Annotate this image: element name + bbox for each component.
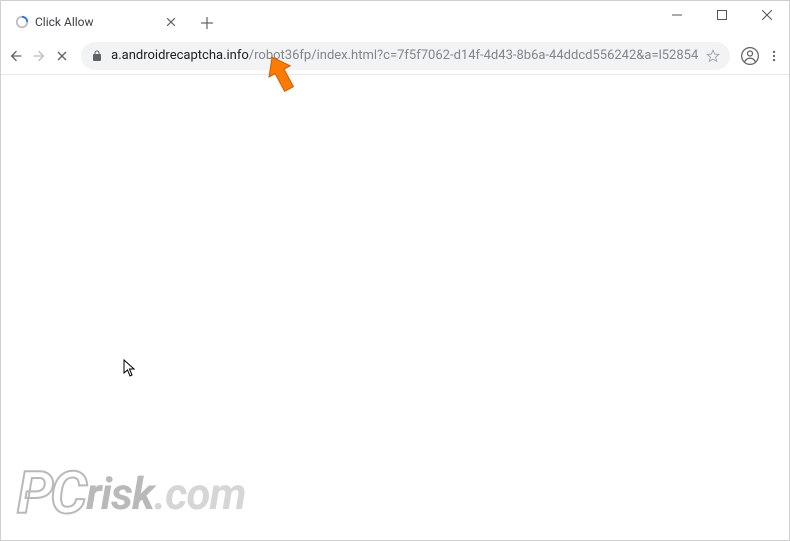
minimize-button[interactable] [654,1,699,29]
url-text: a.androidrecaptcha.info/robot36fp/index.… [111,48,698,63]
window-controls [654,1,789,29]
watermark-logo: PC risk .com [17,460,245,528]
lock-icon [91,50,103,62]
maximize-button[interactable] [699,1,744,29]
close-window-button[interactable] [744,1,789,29]
loading-spinner-icon [15,15,29,29]
watermark-main: risk [86,468,154,520]
bookmark-star-icon[interactable] [706,49,720,63]
tab-strip: Click Allow [7,7,221,37]
browser-toolbar: a.androidrecaptcha.info/robot36fp/index.… [1,37,789,75]
stop-reload-button[interactable] [52,42,71,70]
tab-close-button[interactable] [163,14,179,30]
kebab-menu-button[interactable] [764,42,783,70]
address-bar[interactable]: a.androidrecaptcha.info/robot36fp/index.… [81,42,730,70]
tab-title: Click Allow [35,15,157,29]
browser-tab[interactable]: Click Allow [7,7,187,37]
url-path: /robot36fp/index.html?c=7f5f7062-d14f-4d… [249,48,699,63]
watermark-prefix: PC [17,460,84,528]
watermark-suffix: .com [154,468,246,520]
back-button[interactable] [7,42,26,70]
new-tab-button[interactable] [193,9,221,37]
forward-button[interactable] [30,42,49,70]
profile-avatar-button[interactable] [740,42,760,70]
url-domain: a.androidrecaptcha.info [111,48,249,63]
